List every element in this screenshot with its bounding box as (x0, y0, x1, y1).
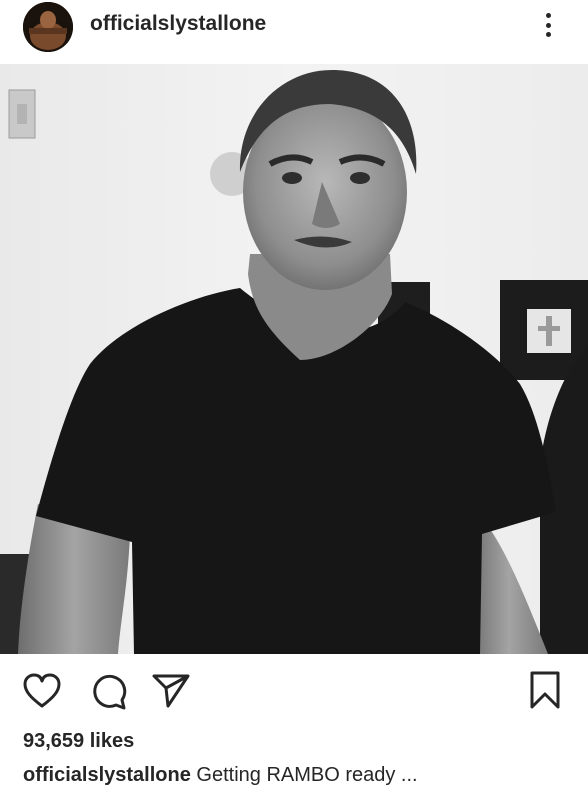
avatar[interactable] (23, 2, 73, 52)
action-bar (0, 668, 588, 714)
post-photo[interactable] (0, 64, 588, 654)
comment-icon[interactable] (89, 672, 129, 710)
post-username[interactable]: officialslystallone (90, 12, 266, 36)
avatar-image (23, 2, 73, 52)
paper-plane-icon[interactable] (150, 672, 192, 710)
heart-icon[interactable] (22, 672, 62, 710)
caption-username[interactable]: officialslystallone (23, 764, 191, 786)
more-options-icon[interactable] (538, 10, 558, 40)
bookmark-icon[interactable] (528, 670, 562, 710)
post-header: officialslystallone (0, 0, 588, 64)
caption-text: Getting RAMBO ready ... (196, 764, 418, 786)
post-image (0, 64, 588, 654)
likes-count[interactable]: 93,659 likes (23, 730, 134, 753)
post-caption: officialslystallone Getting RAMBO ready … (23, 764, 418, 787)
